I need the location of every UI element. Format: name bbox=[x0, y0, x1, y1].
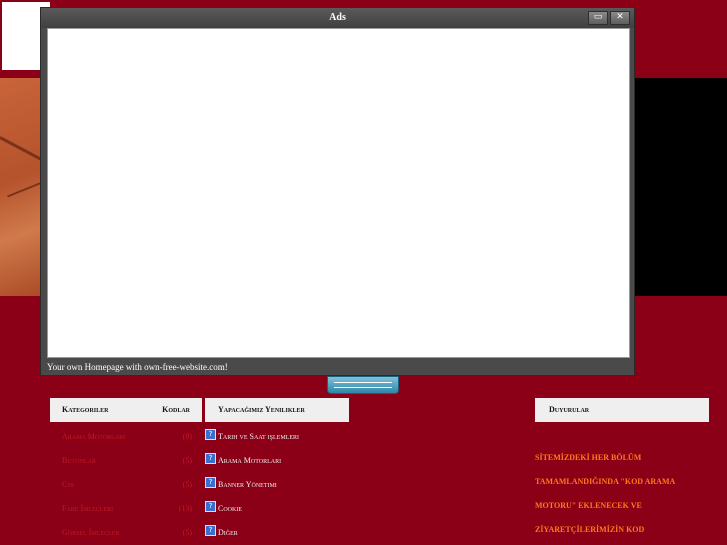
upcoming-label: Tarih ve Saat işlemleri bbox=[218, 431, 299, 441]
question-icon: ? bbox=[205, 428, 216, 440]
category-label: Görsel İmleçler bbox=[62, 527, 120, 537]
question-icon: ? bbox=[205, 452, 216, 464]
category-item[interactable]: Fare İmleçleri (13) bbox=[62, 496, 192, 520]
categories-header: Kategoriler Kodlar bbox=[50, 398, 202, 422]
category-count: (5) bbox=[182, 479, 192, 489]
upcoming-item[interactable]: ? Arama Motorları bbox=[205, 448, 349, 472]
ads-content-frame[interactable] bbox=[47, 28, 630, 358]
question-icon: ? bbox=[205, 500, 216, 512]
upcoming-item[interactable]: ? Banner Yönetimi bbox=[205, 472, 349, 496]
announcements-header-label: Duyurular bbox=[549, 405, 590, 414]
categories-header-label: Kategoriler bbox=[62, 405, 109, 414]
category-item[interactable]: Arama Motorları (8) bbox=[62, 424, 192, 448]
category-item[interactable]: Butonlar (5) bbox=[62, 448, 192, 472]
question-icon: ? bbox=[205, 524, 216, 536]
close-icon: ✕ bbox=[616, 12, 624, 22]
category-item[interactable]: Css (5) bbox=[62, 472, 192, 496]
announcements-header: Duyurular bbox=[535, 398, 709, 422]
upcoming-label: Arama Motorları bbox=[218, 455, 282, 465]
category-item[interactable]: Görsel İmleçler (5) bbox=[62, 520, 192, 544]
question-icon: ? bbox=[205, 476, 216, 488]
upcoming-item[interactable]: ? Diğer bbox=[205, 520, 349, 544]
header-black-panel bbox=[633, 78, 727, 296]
upcoming-header: Yapacağımız Yenilikler bbox=[205, 398, 349, 422]
upcoming-list: ? Tarih ve Saat işlemleri ? Arama Motorl… bbox=[205, 424, 349, 544]
restore-icon: ▭ bbox=[593, 12, 603, 22]
ads-footer-link[interactable]: Your own Homepage with own-free-website.… bbox=[47, 362, 228, 372]
codes-header-label: Kodlar bbox=[162, 405, 190, 414]
upcoming-label: Diğer bbox=[218, 527, 238, 537]
category-count: (5) bbox=[182, 527, 192, 537]
upcoming-label: Banner Yönetimi bbox=[218, 479, 277, 489]
category-label: Butonlar bbox=[62, 455, 96, 465]
category-list: Arama Motorları (8) Butonlar (5) Css (5)… bbox=[62, 424, 192, 544]
upcoming-header-label: Yapacağımız Yenilikler bbox=[218, 405, 305, 414]
category-count: (5) bbox=[182, 455, 192, 465]
slide-toggle-button[interactable] bbox=[327, 376, 399, 394]
ads-popup-titlebar[interactable]: Ads ▭ ✕ bbox=[41, 8, 634, 28]
category-label: Fare İmleçleri bbox=[62, 503, 114, 513]
double-arrow-icon bbox=[334, 382, 392, 388]
announcement-text: SİTEMİZDEKİ HER BÖLÜM TAMAMLANDIĞINDA "K… bbox=[535, 453, 676, 534]
ads-popup-title: Ads bbox=[329, 12, 346, 23]
restore-button[interactable]: ▭ bbox=[588, 11, 608, 25]
category-label: Arama Motorları bbox=[62, 431, 126, 441]
category-label: Css bbox=[62, 479, 75, 489]
category-count: (8) bbox=[182, 431, 192, 441]
close-button[interactable]: ✕ bbox=[610, 11, 630, 25]
upcoming-item[interactable]: ? Cookie bbox=[205, 496, 349, 520]
upcoming-label: Cookie bbox=[218, 503, 242, 513]
upcoming-item[interactable]: ? Tarih ve Saat işlemleri bbox=[205, 424, 349, 448]
ads-popup-window: Ads ▭ ✕ Your own Homepage with own-free-… bbox=[40, 7, 635, 376]
category-count: (13) bbox=[178, 503, 192, 513]
